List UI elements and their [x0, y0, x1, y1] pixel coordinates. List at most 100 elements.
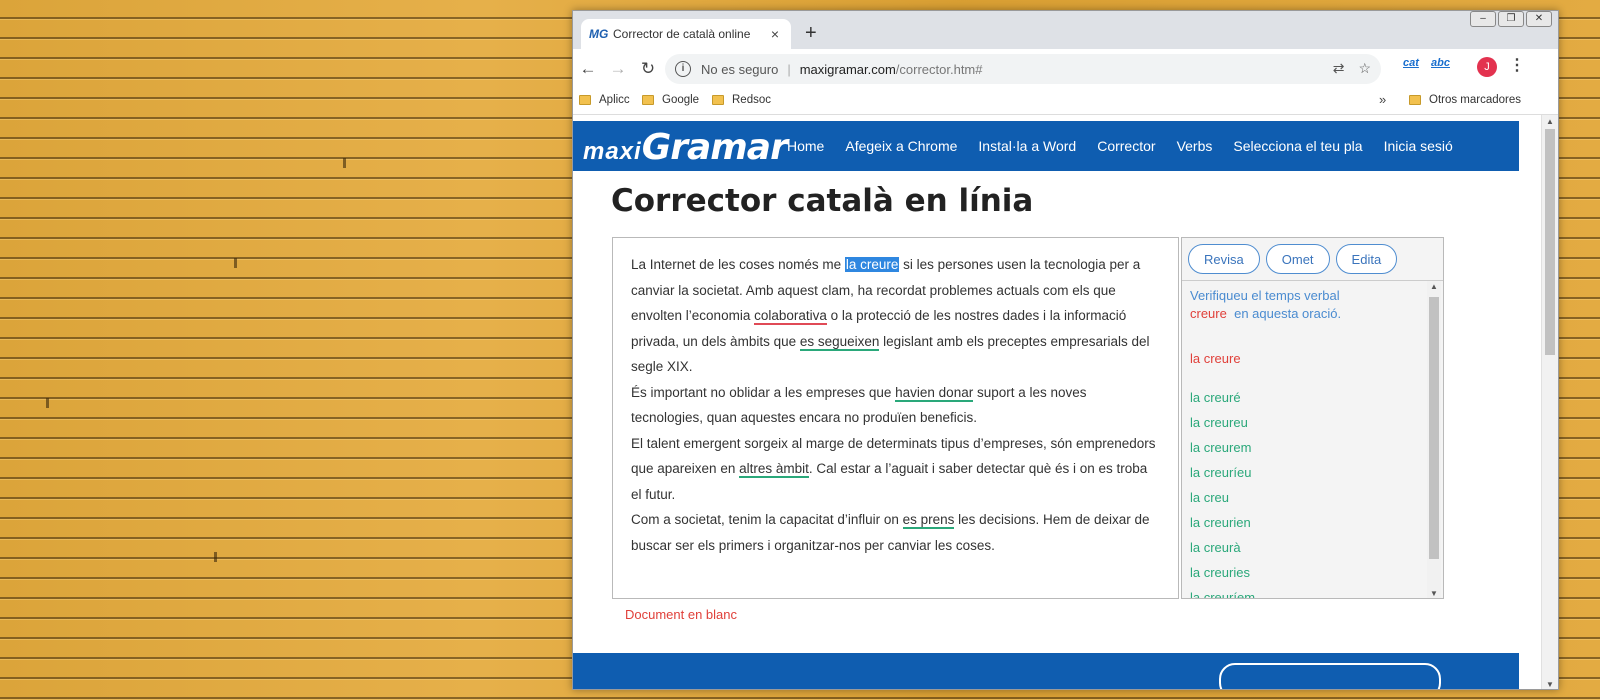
desk-seam [234, 258, 237, 268]
maxigramar-favicon-icon: MG [589, 27, 609, 41]
address-separator: | [787, 61, 791, 77]
translate-icon[interactable]: ⇄ [1333, 60, 1345, 77]
paragraph: El talent emergent sorgeix al marge de d… [631, 431, 1161, 508]
security-label: No es seguro [701, 61, 779, 77]
bookmark-label: Aplicc [599, 94, 630, 106]
tab-title: Corrector de català online [613, 27, 751, 41]
suggestions-panel: Revisa Omet Edita Verifiqueu el temps ve… [1181, 237, 1444, 599]
pane-scrollbar[interactable]: ▲ ▼ [1427, 281, 1441, 598]
folder-icon [642, 95, 654, 105]
suggestion-list: la creuré la creureu la creurem la creur… [1190, 389, 1255, 598]
text-run: Com a societat, tenim la capacitat d’inf… [631, 512, 903, 527]
window-controls: – ❐ ✕ [1470, 11, 1552, 27]
grammar-error[interactable]: altres àmbit [739, 461, 809, 478]
editor-text[interactable]: La Internet de les coses només me la cre… [631, 252, 1161, 558]
suggestion-item[interactable]: la creurien [1190, 514, 1255, 539]
grammar-error[interactable]: es segueixen [799, 333, 880, 351]
minimize-button[interactable]: – [1470, 11, 1496, 27]
suggestion-item[interactable]: la creurem [1190, 439, 1255, 464]
suggestion-item[interactable]: la creu [1190, 489, 1255, 514]
scroll-up-icon[interactable]: ▲ [1546, 117, 1554, 126]
suggestion-item[interactable]: la creuríeu [1190, 464, 1255, 489]
extension-cat-icon[interactable]: cat [1403, 57, 1419, 69]
text-run: És important no oblidar a les empreses q… [631, 384, 896, 400]
panel-buttons: Revisa Omet Edita [1188, 244, 1398, 274]
new-tab-button[interactable]: + [805, 23, 817, 43]
suggestion-item[interactable]: la creuré [1190, 389, 1255, 414]
grammar-error[interactable]: es prens [902, 512, 955, 529]
blank-document-link[interactable]: Document en blanc [625, 607, 737, 622]
paragraph: La Internet de les coses només me la cre… [631, 252, 1161, 380]
grammar-error[interactable]: havien donar [895, 384, 974, 402]
scroll-down-icon[interactable]: ▼ [1546, 680, 1554, 689]
paragraph: És important no oblidar a les empreses q… [631, 380, 1161, 431]
tab-strip: MG Corrector de català online × + – ❐ ✕ [573, 11, 1558, 49]
page-scrollbar[interactable]: ▲ ▼ [1541, 115, 1558, 689]
bookmark-label: Redsoc [732, 94, 771, 106]
suggestion-item[interactable]: la creuries [1190, 564, 1255, 589]
nav-login[interactable]: Inicia sesió [1384, 138, 1453, 154]
message-word: creure [1190, 306, 1227, 321]
text-run: La Internet de les coses només me [631, 257, 845, 272]
bookmark-star-icon[interactable]: ☆ [1358, 60, 1371, 77]
browser-tab[interactable]: MG Corrector de català online × [581, 19, 791, 49]
nav-corrector[interactable]: Corrector [1097, 138, 1155, 154]
restore-button[interactable]: ❐ [1498, 11, 1524, 27]
desk-seam [343, 158, 346, 168]
paragraph: Com a societat, tenim la capacitat d’inf… [631, 507, 1161, 558]
scrollbar-thumb[interactable] [1429, 297, 1439, 559]
suggestion-item[interactable]: la creuríem [1190, 589, 1255, 598]
url-path: /corrector.htm# [895, 61, 983, 77]
folder-icon [579, 95, 591, 105]
edit-button[interactable]: Edita [1335, 244, 1398, 274]
bookmark-item[interactable]: Google [642, 94, 699, 106]
suggestions-pane: Verifiqueu el temps verbal creure en aqu… [1182, 280, 1443, 598]
info-icon[interactable]: i [675, 61, 691, 77]
browser-toolbar: ← → ↻ i No es seguro | maxigramar.com/co… [573, 49, 1558, 89]
skip-button[interactable]: Omet [1265, 244, 1330, 274]
suggestion-item[interactable]: la creureu [1190, 414, 1255, 439]
error-message: Verifiqueu el temps verbal creure en aqu… [1190, 287, 1410, 323]
bookmarks-overflow-icon[interactable]: » [1379, 92, 1386, 107]
address-bar[interactable]: i No es seguro | maxigramar.com/correcto… [665, 54, 1381, 84]
nav-verbs[interactable]: Verbs [1177, 138, 1213, 154]
scrollbar-thumb[interactable] [1545, 129, 1555, 355]
bookmarks-bar: Aplicc Google Redsoc » Otros marcadores [573, 89, 1558, 115]
bookmark-item[interactable]: Aplicc [579, 94, 630, 106]
bookmark-label: Google [662, 94, 700, 106]
profile-avatar[interactable]: J [1477, 57, 1497, 77]
spelling-error[interactable]: colaborativa [754, 308, 827, 325]
scroll-up-icon[interactable]: ▲ [1430, 282, 1438, 291]
text-editor[interactable]: La Internet de les coses només me la cre… [612, 237, 1179, 599]
logo-text-gramar: Gramar [641, 127, 788, 168]
nav-home[interactable]: Home [787, 138, 824, 154]
nav-add-to-chrome[interactable]: Afegeix a Chrome [845, 138, 957, 154]
url-host: maxigramar.com [799, 61, 896, 77]
original-phrase: la creure [1190, 351, 1241, 366]
desk-seam [214, 552, 217, 562]
close-window-button[interactable]: ✕ [1526, 11, 1552, 27]
back-arrow-icon[interactable]: ← [573, 59, 603, 79]
suggestion-item[interactable]: la creurà [1190, 539, 1255, 564]
bookmark-item[interactable]: Redsoc [712, 94, 771, 106]
more-menu-icon[interactable]: ⋮ [1509, 55, 1525, 75]
scroll-down-icon[interactable]: ▼ [1430, 589, 1438, 598]
nav-install-word[interactable]: Instal·la a Word [978, 138, 1076, 154]
highlighted-error[interactable]: la creure [844, 257, 900, 272]
site-menu: Home Afegeix a Chrome Instal·la a Word C… [787, 138, 1453, 154]
web-page: maxiGramar Home Afegeix a Chrome Instal·… [573, 115, 1535, 689]
folder-icon [1409, 95, 1421, 105]
tab-close-icon[interactable]: × [767, 26, 783, 42]
bookmark-label: Otros marcadores [1429, 94, 1522, 106]
site-navbar: maxiGramar Home Afegeix a Chrome Instal·… [573, 121, 1519, 171]
extension-abc-icon[interactable]: abc [1431, 57, 1450, 69]
forward-arrow-icon[interactable]: → [603, 59, 633, 79]
folder-icon [712, 95, 724, 105]
message-text: en aquesta oració. [1234, 306, 1342, 321]
nav-select-plan[interactable]: Selecciona el teu pla [1233, 138, 1362, 154]
footer-button[interactable] [1219, 663, 1441, 689]
reload-icon[interactable]: ↻ [633, 59, 663, 79]
review-button[interactable]: Revisa [1188, 244, 1260, 274]
maxigramar-logo[interactable]: maxiGramar [583, 127, 788, 168]
other-bookmarks[interactable]: Otros marcadores [1409, 94, 1521, 106]
